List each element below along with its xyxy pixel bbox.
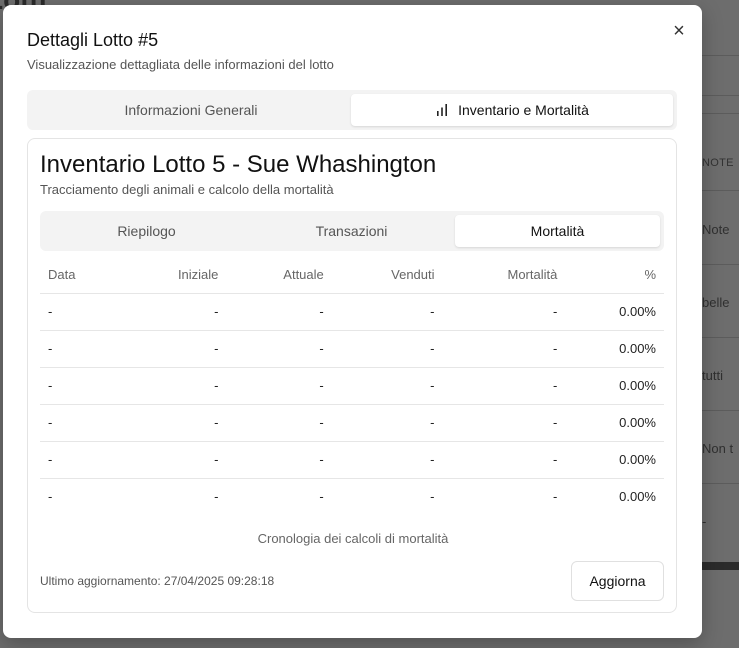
table-cell: - (226, 404, 332, 442)
bar-chart-icon (437, 104, 448, 116)
background-table-cell: belle (702, 295, 730, 310)
divider (700, 95, 739, 96)
dialog-title: Dettagli Lotto #5 (27, 30, 159, 50)
divider (700, 410, 739, 411)
close-icon[interactable]: × (669, 21, 689, 41)
refresh-button[interactable]: Aggiorna (571, 561, 664, 601)
column-header-current: Attuale (226, 257, 332, 294)
table-cell: - (40, 404, 122, 442)
table-cell: - (121, 441, 227, 479)
table-cell: - (442, 330, 566, 368)
table-row: - - - - - 0.00% (40, 404, 664, 442)
dialog-subtitle: Visualizzazione dettagliata delle inform… (27, 57, 334, 72)
last-updated-text: Ultimo aggiornamento: 27/04/2025 09:28:1… (40, 574, 275, 588)
card-subtitle: Tracciamento degli animali e calcolo del… (40, 182, 334, 197)
table-cell: - (442, 404, 566, 442)
tab-mortality[interactable]: Mortalità (455, 215, 660, 247)
background-table-cell: tutti (702, 368, 723, 383)
table-cell-percent: 0.00% (565, 293, 664, 331)
table-row: - - - - - 0.00% (40, 367, 664, 405)
mortality-table: Data Iniziale Attuale Venduti Mortalità … (40, 257, 664, 515)
table-cell: - (319, 489, 324, 505)
divider (700, 190, 739, 191)
divider (700, 337, 739, 338)
table-row: - - - - - 0.00% (40, 330, 664, 368)
divider (700, 264, 739, 265)
table-cell: - (226, 367, 332, 405)
table-cell-percent: 0.00% (619, 489, 656, 505)
table-cell: - (121, 293, 227, 331)
table-cell: - (442, 441, 566, 479)
column-header-date: Data (40, 257, 122, 294)
table-cell: - (553, 489, 558, 505)
table-cell: - (442, 367, 566, 405)
table-cell: - (226, 293, 332, 331)
table-cell: - (442, 293, 566, 331)
divider (700, 483, 739, 484)
card-title: Inventario Lotto 5 - Sue Whashington (40, 151, 437, 178)
tab-summary[interactable]: Riepilogo (44, 215, 249, 247)
tab-inventory-mortality[interactable]: Inventario e Mortalità (351, 94, 673, 126)
table-cell: - (40, 367, 122, 405)
table-cell: - (331, 404, 443, 442)
tab-transactions[interactable]: Transazioni (249, 215, 454, 247)
table-cell: - (40, 330, 122, 368)
background-table-cell: Note (702, 222, 730, 237)
table-cell: - (331, 293, 443, 331)
table-cell-percent: 0.00% (565, 404, 664, 442)
table-cell-percent: 0.00% (565, 367, 664, 405)
inventory-card: Inventario Lotto 5 - Sue Whashington Tra… (27, 138, 677, 613)
table-cell: - (226, 441, 332, 479)
table-cell: - (121, 404, 227, 442)
table-cell: - (331, 367, 443, 405)
table-row: - - - - - 0.00% (40, 441, 664, 479)
column-header-mortality: Mortalità (442, 257, 566, 294)
table-row: - - - - - 0.00% (40, 478, 664, 515)
table-cell: - (121, 367, 227, 405)
tab-label: Inventario e Mortalità (458, 102, 589, 118)
divider (700, 113, 739, 114)
table-row: - - - - - 0.00% (40, 293, 664, 331)
table-cell: - (214, 489, 219, 505)
column-header-percent: % (565, 257, 664, 294)
inventory-subtabs: Riepilogo Transazioni Mortalità (40, 211, 664, 251)
table-cell: - (331, 441, 443, 479)
background-table-header: NOTE (702, 157, 734, 169)
tab-general-info[interactable]: Informazioni Generali (31, 94, 351, 126)
table-cell: - (48, 489, 53, 505)
lot-details-dialog: × Dettagli Lotto #5 Visualizzazione dett… (3, 5, 702, 638)
table-cell: - (40, 441, 122, 479)
column-header-initial: Iniziale (121, 257, 227, 294)
table-cell: - (331, 330, 443, 368)
table-header-row: Data Iniziale Attuale Venduti Mortalità … (40, 257, 664, 294)
divider (700, 55, 739, 56)
background-table-cell: Non t (702, 441, 734, 456)
background-table-cell: - (702, 514, 707, 529)
table-caption: Cronologia dei calcoli di mortalità (257, 531, 449, 546)
background-scrollbar (700, 562, 739, 570)
table-cell-percent: 0.00% (565, 441, 664, 479)
tab-label: Informazioni Generali (124, 102, 258, 118)
table-cell: - (430, 489, 435, 505)
column-header-sold: Venduti (331, 257, 443, 294)
dialog-tabs: Informazioni Generali Inventario e Morta… (27, 90, 677, 130)
table-cell: - (226, 330, 332, 368)
table-cell: - (121, 330, 227, 368)
table-cell: - (40, 293, 122, 331)
table-cell-percent: 0.00% (565, 330, 664, 368)
